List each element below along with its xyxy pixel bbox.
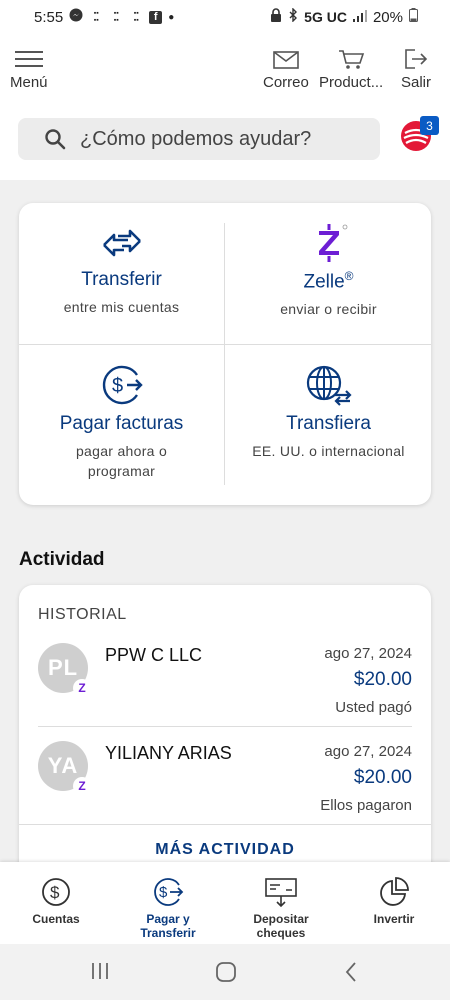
divider <box>19 824 431 825</box>
more-activity-link[interactable]: MÁS ACTIVIDAD <box>19 841 431 859</box>
nav-deposit-checks[interactable]: Depositar cheques <box>225 876 337 940</box>
payee-name: YILIANY ARIAS <box>105 743 232 763</box>
svg-text:$: $ <box>159 884 168 901</box>
transfer-arrows-icon <box>102 229 141 257</box>
products-button[interactable]: Product... <box>319 48 383 91</box>
transaction-amount: $20.00 <box>353 669 412 690</box>
pay-bills-title: Pagar facturas <box>59 413 184 434</box>
messenger-icon <box>69 8 83 26</box>
check-deposit-icon <box>265 878 297 908</box>
app-notification-icon: ▪▪ ▪▪ <box>113 10 119 24</box>
activity-heading: Actividad <box>19 549 105 570</box>
status-time: 5:55 <box>34 8 64 26</box>
transfer-tile[interactable]: Transferir entre mis cuentas <box>19 223 224 373</box>
menu-button[interactable]: Menú <box>10 48 48 91</box>
transaction-date: ago 27, 2024 <box>324 743 412 760</box>
nav-deposit-label: Depositar cheques <box>253 912 309 940</box>
battery-icon <box>409 8 418 26</box>
globe-transfer-icon <box>306 365 352 406</box>
mail-icon <box>273 51 299 69</box>
svg-text:$: $ <box>50 883 60 902</box>
nav-accounts[interactable]: $ Cuentas <box>0 876 112 926</box>
more-notifications-dot: ● <box>168 11 175 23</box>
status-bar: 5:55 ▪▪ ▪▪ ▪▪ ▪▪ ▪▪ ▪▪ f ● 5G UC 20% <box>0 0 450 34</box>
app-notification-icon: ▪▪ ▪▪ <box>133 10 139 24</box>
zelle-subtitle: enviar o recibir <box>280 301 377 318</box>
payee-name: PPW C LLC <box>105 645 203 665</box>
pay-transfer-icon: $ <box>154 878 184 906</box>
transfer-subtitle: entre mis cuentas <box>63 299 180 315</box>
mail-button[interactable]: Correo <box>263 48 309 91</box>
transaction-status: Usted pagó <box>335 699 412 716</box>
bluetooth-icon <box>288 7 298 26</box>
nav-accounts-label: Cuentas <box>32 912 80 926</box>
activity-row[interactable]: YA Z YILIANY ARIAS ago 27, 2024 $20.00 E… <box>19 727 431 825</box>
cart-icon <box>339 50 365 69</box>
pay-bills-tile[interactable]: $ Pagar facturas pagar ahora o programar <box>19 363 224 513</box>
pay-bills-subtitle: pagar ahora o programar <box>75 443 168 479</box>
nav-pay-transfer-label: Pagar y Transferir <box>140 912 196 940</box>
bill-pay-icon: $ <box>102 365 143 405</box>
zelle-badge-icon: Z <box>73 679 91 697</box>
zelle-title: Zelle® <box>303 269 354 293</box>
zelle-icon <box>318 224 347 262</box>
nav-invest-label: Invertir <box>373 912 415 926</box>
search-placeholder: ¿Cómo podemos ayudar? <box>80 127 312 150</box>
erica-assistant-button[interactable]: 3 <box>400 116 439 156</box>
notification-badge: 3 <box>420 116 439 135</box>
zelle-badge-icon: Z <box>73 777 91 795</box>
activity-card: HISTORIAL PL Z PPW C LLC ago 27, 2024 $2… <box>19 585 431 885</box>
lock-icon <box>270 8 282 26</box>
app-notification-icon: ▪▪ ▪▪ <box>93 10 99 24</box>
dollar-circle-icon: $ <box>42 878 70 906</box>
divider <box>224 223 225 485</box>
wire-transfer-title: Transfiera <box>286 413 371 434</box>
app-header: Menú Correo Product... Salir ¿Cómo podem… <box>0 34 450 180</box>
svg-text:$: $ <box>112 375 123 397</box>
bottom-nav: $ Cuentas $ Pagar y Transferir Depositar c… <box>0 862 450 944</box>
transaction-date: ago 27, 2024 <box>324 645 412 662</box>
history-label: HISTORIAL <box>38 606 127 623</box>
search-input[interactable]: ¿Cómo podemos ayudar? <box>18 118 380 160</box>
facebook-icon: f <box>149 10 163 24</box>
transaction-amount: $20.00 <box>353 767 412 788</box>
activity-row[interactable]: PL Z PPW C LLC ago 27, 2024 $20.00 Usted… <box>19 629 431 727</box>
signal-icon <box>352 9 367 26</box>
wire-transfer-tile[interactable]: Transfiera EE. UU. o internacional <box>226 363 431 513</box>
network-type: 5G UC <box>304 9 347 25</box>
products-label: Product... <box>319 74 384 91</box>
transaction-status: Ellos pagaron <box>320 797 412 814</box>
transfer-title: Transferir <box>81 269 162 290</box>
mail-label: Correo <box>263 74 309 91</box>
battery-level: 20% <box>372 8 403 26</box>
hamburger-icon <box>14 51 43 67</box>
wire-transfer-subtitle: EE. UU. o internacional <box>252 443 405 459</box>
transfer-actions-card: Transferir entre mis cuentas Zelle® envi… <box>19 203 431 505</box>
search-icon <box>45 129 66 150</box>
logout-icon <box>405 49 428 69</box>
menu-label: Menú <box>10 74 48 91</box>
back-icon[interactable] <box>343 961 359 983</box>
nav-pay-transfer[interactable]: $ Pagar y Transferir <box>112 876 224 940</box>
logout-label: Salir <box>401 74 432 91</box>
logout-button[interactable]: Salir <box>401 48 431 91</box>
pie-chart-icon <box>380 877 409 906</box>
home-icon[interactable] <box>215 961 237 983</box>
zelle-tile[interactable]: Zelle® enviar o recibir <box>226 223 431 373</box>
recent-apps-icon[interactable] <box>90 961 110 981</box>
nav-invest[interactable]: Invertir <box>338 876 450 926</box>
system-nav-bar <box>0 944 450 1000</box>
